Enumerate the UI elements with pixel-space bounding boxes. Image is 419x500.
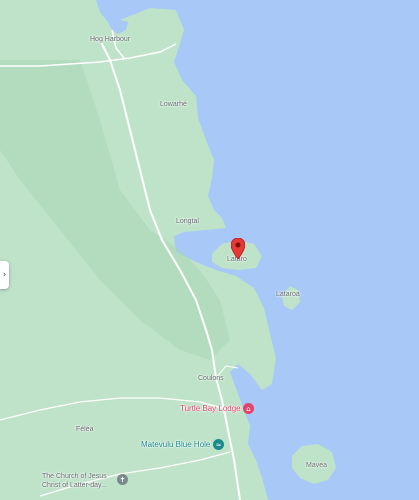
poi-turtle-bay-lodge[interactable]: Turtle Bay Lodge	[180, 404, 241, 414]
label-lataroa: Lataroa	[276, 291, 300, 298]
map-canvas[interactable]: Hog Harbour Lowarhé Longtal Lataro Latar…	[0, 0, 419, 500]
lodging-icon[interactable]: ⌂	[243, 403, 254, 414]
location-marker-icon[interactable]	[231, 238, 245, 259]
label-coulons: Coulons	[198, 375, 224, 382]
swimming-icon[interactable]: ≈	[213, 439, 224, 450]
church-icon[interactable]: ✝	[117, 474, 128, 485]
label-felea: Féléa	[76, 426, 94, 433]
label-mavea: Mavea	[306, 462, 328, 469]
poi-church-line1[interactable]: The Church of Jesus	[42, 473, 122, 482]
chevron-right-icon: ›	[2, 270, 7, 280]
poi-matevulu-blue-hole[interactable]: Matevulu Blue Hole	[141, 440, 210, 450]
label-lowarhe: Lowarhé	[160, 101, 187, 108]
label-hog-harbour: Hog Harbour	[90, 36, 131, 43]
poi-church-line2[interactable]: Christ of Latter-day...	[42, 482, 122, 491]
land-islet	[246, 424, 250, 428]
land-islet	[240, 413, 246, 419]
map-base-layer	[0, 0, 419, 500]
side-panel-toggle[interactable]: ›	[0, 261, 9, 289]
label-longtal: Longtal	[176, 218, 199, 225]
